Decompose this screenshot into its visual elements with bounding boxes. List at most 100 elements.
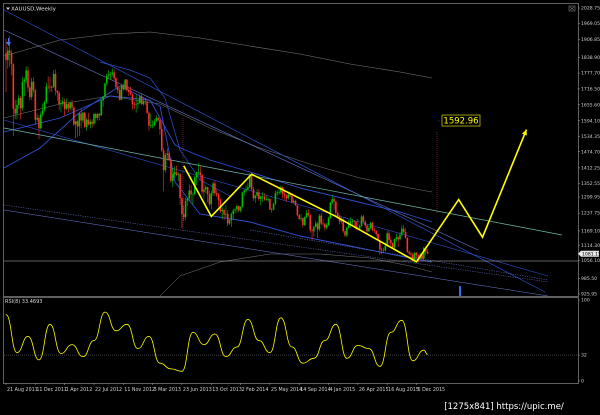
candle-body — [204, 187, 207, 190]
candle-body — [34, 90, 37, 120]
candle-body — [142, 101, 145, 105]
candle-body — [318, 215, 321, 230]
candle-body — [302, 218, 304, 226]
candle-body — [234, 209, 236, 211]
candle-body — [199, 172, 202, 175]
candle-body — [126, 79, 128, 91]
current-price-label: 1081.15 — [582, 251, 600, 257]
candle-body — [373, 230, 376, 232]
time-axis-label: 16 Aug 2015 — [388, 387, 419, 393]
candle-body — [258, 192, 260, 200]
candle-body — [395, 237, 398, 240]
candle-body — [210, 193, 213, 205]
candle-body — [116, 87, 119, 91]
candle-body — [76, 121, 79, 127]
candle-body — [261, 196, 264, 198]
candle-body — [276, 192, 279, 194]
price-axis-label: 1169.10 — [581, 229, 600, 235]
candle-body — [146, 101, 148, 113]
candle-body — [73, 107, 75, 125]
candle-body — [401, 228, 403, 235]
candle-body — [40, 114, 42, 129]
rsi-point — [357, 345, 359, 346]
candle-body — [390, 240, 392, 244]
rsi-point — [49, 323, 51, 325]
candle-body — [62, 101, 64, 104]
candle-body — [168, 153, 170, 161]
candle-body — [120, 85, 123, 100]
candle-body — [305, 213, 308, 218]
candle-body — [274, 193, 277, 204]
candle-body — [12, 64, 15, 109]
candle-body — [287, 194, 290, 199]
candle-body — [386, 233, 388, 246]
rsi-point — [93, 340, 95, 341]
price-axis-label: 1352.55 — [581, 181, 600, 187]
candle-body — [10, 53, 13, 65]
candle-body — [19, 97, 22, 109]
time-axis-label: 3 Mar 2013 — [154, 387, 181, 393]
candle-body — [225, 213, 227, 215]
candle-body — [368, 228, 370, 232]
candle-body — [109, 73, 112, 75]
candle-body — [397, 237, 399, 240]
time-axis-label: 11 Dec 2011 — [36, 387, 67, 393]
candle-body — [36, 117, 38, 120]
candle-body — [182, 214, 185, 218]
candle-body — [5, 53, 7, 61]
price-axis-label: 1474.70 — [581, 149, 600, 155]
candle-body — [250, 176, 253, 190]
candle-body — [51, 86, 53, 88]
chart-canvas[interactable]: 1592.96 2028.75 1969.05 1906.85 1838.90 1777… — [0, 0, 600, 415]
candle-body — [239, 206, 242, 211]
price-axis-label: 1969.05 — [581, 21, 600, 27]
candle-body — [43, 102, 46, 111]
candle-body — [87, 119, 90, 125]
candle-body — [335, 201, 337, 214]
candle-body — [208, 194, 211, 205]
candle-body — [358, 226, 361, 229]
candle-body — [245, 189, 247, 191]
candle-body — [346, 227, 348, 236]
candle-body — [127, 90, 130, 92]
candle-body — [331, 199, 334, 203]
candle-body — [402, 228, 405, 233]
candle-body — [426, 251, 429, 254]
candle-body — [18, 97, 20, 105]
candle-body — [206, 187, 209, 195]
candle-body — [118, 90, 121, 100]
candle-body — [382, 250, 385, 251]
rsi-point — [390, 332, 392, 333]
candle-body — [45, 86, 48, 103]
candle-body — [71, 102, 73, 108]
candle-body — [170, 160, 172, 181]
candle-body — [314, 223, 317, 227]
price-axis-label: 1114.30 — [581, 243, 600, 249]
rsi-axis-label: 0 — [581, 379, 584, 385]
candle-body — [263, 196, 266, 200]
rsi-point — [379, 366, 381, 367]
candle-body — [252, 189, 255, 199]
price-axis-label: 925.95 — [581, 292, 597, 298]
rsi-point — [412, 360, 414, 362]
chart-window: 1592.96 2028.75 1969.05 1906.85 1838.90 1777… — [0, 0, 600, 415]
candle-body — [25, 70, 27, 80]
candle-body — [351, 220, 354, 222]
chart-title: XAUUSD,Weekly — [6, 7, 57, 13]
candle-body — [212, 183, 214, 194]
candle-body — [243, 190, 246, 193]
candle-body — [322, 223, 324, 225]
rsi-point — [335, 323, 337, 325]
price-axis-label: 1777.70 — [581, 71, 600, 77]
candle-body — [138, 96, 141, 104]
candle-body — [107, 74, 110, 76]
candle-body — [408, 251, 410, 254]
candle-body — [270, 209, 273, 211]
candle-body — [230, 213, 233, 221]
candle-body — [272, 203, 275, 210]
candle-body — [298, 215, 301, 220]
candle-body — [89, 121, 92, 125]
candle-body — [413, 252, 416, 260]
candle-body — [21, 81, 24, 109]
candle-body — [184, 200, 187, 218]
